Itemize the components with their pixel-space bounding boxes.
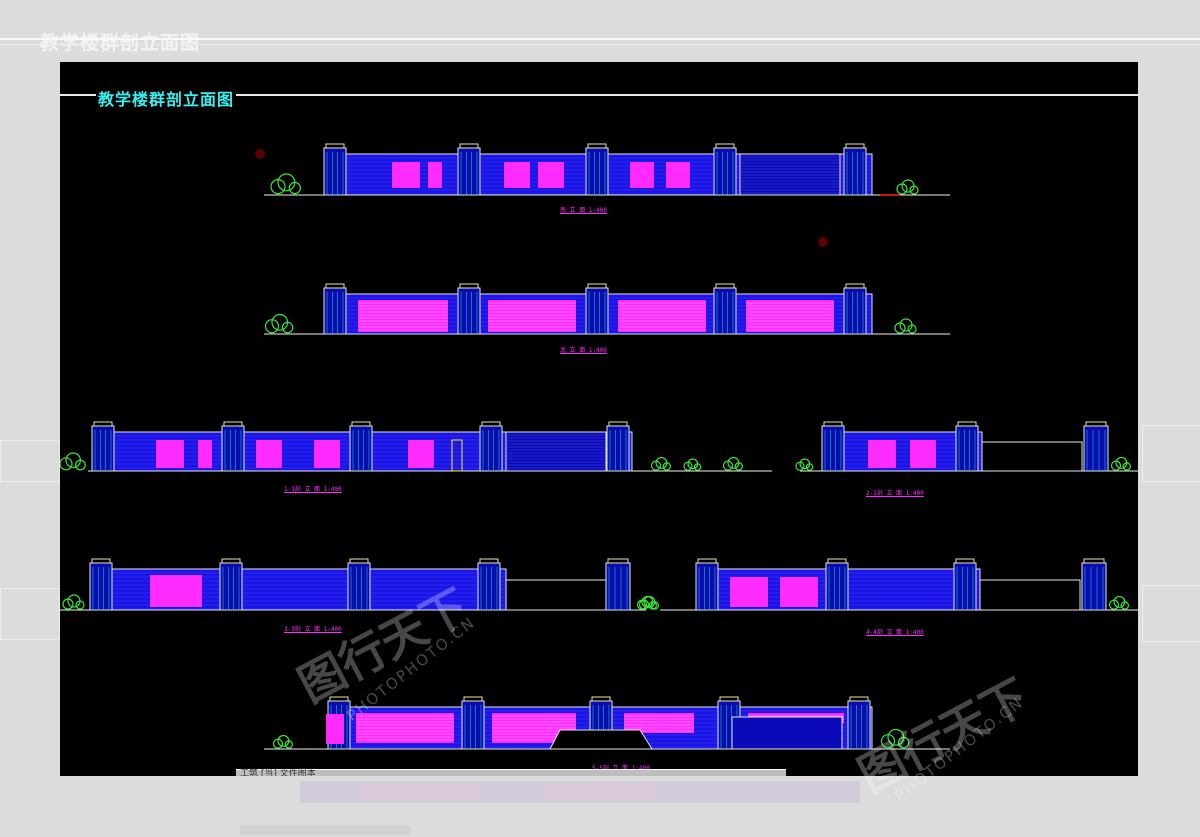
tower-cap [223, 421, 243, 427]
building-outline [505, 579, 607, 611]
sheet-title: 教学楼群剖立面图 [96, 86, 237, 110]
entrance-panel [326, 714, 344, 744]
facade-panel [630, 162, 654, 188]
tower-cap [823, 421, 843, 427]
tower-cap [608, 421, 628, 427]
tower-cap [955, 558, 975, 564]
facade-panel [666, 162, 690, 188]
tower-cap [93, 421, 113, 427]
tower-cap [1085, 421, 1107, 427]
facade-panel [150, 575, 202, 607]
facade-panel [156, 440, 184, 468]
tower-cap [587, 283, 607, 289]
tower-cap [591, 696, 611, 702]
facade-panel [408, 440, 434, 468]
facade-panel [504, 162, 530, 188]
stair-tower [1083, 425, 1109, 472]
tower-cap [715, 143, 735, 149]
tower-cap [1083, 558, 1105, 564]
facade-panel [392, 162, 420, 188]
facade-panel [488, 300, 576, 332]
building-outline [981, 441, 1083, 472]
elevation-drawings [60, 94, 1138, 750]
stair-tower [1081, 562, 1107, 611]
stair-tower [605, 562, 631, 611]
background-rule [0, 38, 1200, 40]
tower-cap [719, 696, 739, 702]
background-ghost-title: 教学楼群剖立面图 [40, 32, 201, 54]
facade-panel [746, 300, 834, 332]
tower-cap [479, 558, 499, 564]
tower-cap [827, 558, 847, 564]
drawing-reflection [240, 781, 860, 835]
tower-cap [715, 283, 735, 289]
command-strip[interactable]: 工筑 [当] 文件图本 [236, 769, 786, 776]
tower-cap [91, 558, 111, 564]
caption-elevation-1: 南 立 面 1:400 [560, 207, 607, 214]
facade-panel [868, 440, 896, 468]
stair-tower [89, 562, 113, 611]
tower-cap [481, 421, 501, 427]
caption-section-1: 1-1剖 立 面 1:400 [284, 486, 342, 493]
facade-panel [256, 440, 282, 468]
tower-cap [587, 143, 607, 149]
background-rule [0, 44, 1200, 45]
background-ghost-drawing [1142, 425, 1200, 482]
tower-cap [849, 696, 869, 702]
stair-tower [91, 425, 115, 472]
command-strip-text: 工筑 [当] 文件图本 [240, 769, 316, 776]
background-ghost-drawing [0, 588, 60, 640]
tower-cap [325, 283, 345, 289]
tower-cap [957, 421, 977, 427]
caption-elevation-2: 北 立 面 1:400 [560, 347, 607, 354]
tower-cap [463, 696, 483, 702]
facade-panel [198, 440, 212, 468]
tower-cap [221, 558, 241, 564]
central-stage [549, 729, 653, 750]
facade-panel [358, 300, 448, 332]
tower-cap [459, 283, 479, 289]
facade-panel [910, 440, 936, 468]
facade-panel [538, 162, 564, 188]
tower-cap [325, 143, 345, 149]
caption-section-2: 2-2剖 立 面 1:400 [866, 490, 924, 497]
cad-drawing-canvas[interactable]: 教学楼群剖立面图 南 立 面 1:400 北 立 面 1:400 1-1剖 立 … [60, 62, 1138, 776]
tower-cap [697, 558, 717, 564]
facade-panel [428, 162, 442, 188]
tower-cap [349, 558, 369, 564]
tower-cap [351, 421, 371, 427]
building-outline [979, 579, 1081, 611]
marker [255, 149, 265, 159]
background-ghost-drawing [0, 440, 60, 482]
facade-panel [730, 577, 768, 607]
tower-cap [607, 558, 629, 564]
caption-section-4: 4-4剖 立 面 1:400 [866, 629, 924, 636]
facade-panel [314, 440, 340, 468]
tower-cap [459, 143, 479, 149]
tower-cap [845, 143, 865, 149]
facade-panel [780, 577, 818, 607]
tower-cap [845, 283, 865, 289]
auditorium-block [731, 716, 843, 750]
marker [818, 237, 828, 247]
background-ghost-drawing [1142, 585, 1200, 642]
facade-panel [618, 300, 706, 332]
